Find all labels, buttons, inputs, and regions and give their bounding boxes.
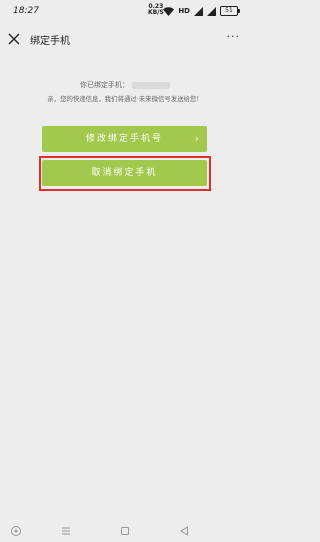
wifi-icon	[163, 6, 175, 16]
hd-badge: HD	[178, 7, 190, 15]
more-icon[interactable]: ···	[227, 31, 241, 42]
menu-icon[interactable]	[60, 522, 72, 541]
circle-icon[interactable]	[10, 522, 22, 541]
close-icon[interactable]	[6, 31, 22, 47]
speed-unit: KB/S	[148, 9, 164, 16]
back-icon[interactable]	[178, 522, 190, 541]
cancel-binding-button[interactable]: 取消绑定手机	[42, 160, 207, 186]
chevron-right-icon: ›	[194, 132, 199, 145]
top-nav-bar: 绑定手机 ···	[0, 26, 250, 52]
cancel-binding-label: 取消绑定手机	[91, 168, 158, 178]
bound-phone-label: 你已绑定手机：	[80, 81, 129, 89]
system-nav-bar	[0, 514, 250, 542]
masked-phone-number	[132, 81, 170, 89]
change-phone-button[interactable]: 修改绑定手机号 ›	[42, 126, 207, 152]
status-time: 18:27	[13, 6, 39, 16]
signal-icon-2	[207, 6, 216, 16]
battery-icon: 51	[220, 6, 240, 16]
change-phone-label: 修改绑定手机号	[85, 134, 163, 144]
status-bar: 18:27 0.23 KB/S HD 51	[0, 0, 250, 26]
delivery-notice-text: 亲，您的快递信息，我们将通过·未来微信号发送给您！	[47, 95, 203, 103]
signal-icon-1	[194, 6, 203, 16]
square-icon[interactable]	[119, 522, 131, 541]
status-icons: HD 51	[163, 6, 240, 16]
network-speed: 0.23 KB/S	[148, 4, 164, 16]
bound-phone-info: 你已绑定手机：	[0, 80, 250, 90]
page-title: 绑定手机	[30, 36, 70, 47]
